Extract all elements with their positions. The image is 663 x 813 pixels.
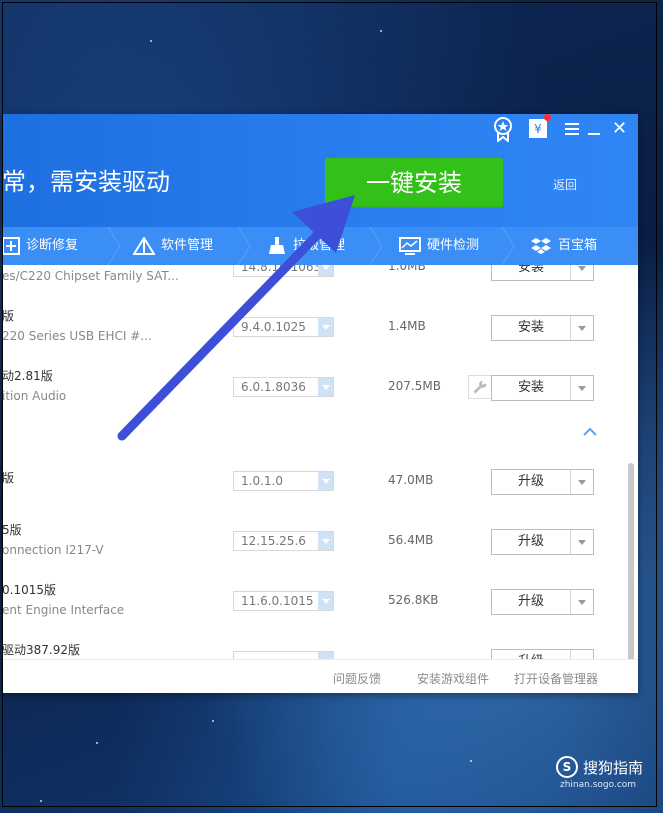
watermark-url: zhinan.sogo.com — [560, 780, 637, 790]
annotation-arrow — [117, 195, 355, 441]
sogou-logo-icon: S — [556, 756, 578, 778]
watermark-name: 搜狗指南 — [583, 759, 644, 777]
